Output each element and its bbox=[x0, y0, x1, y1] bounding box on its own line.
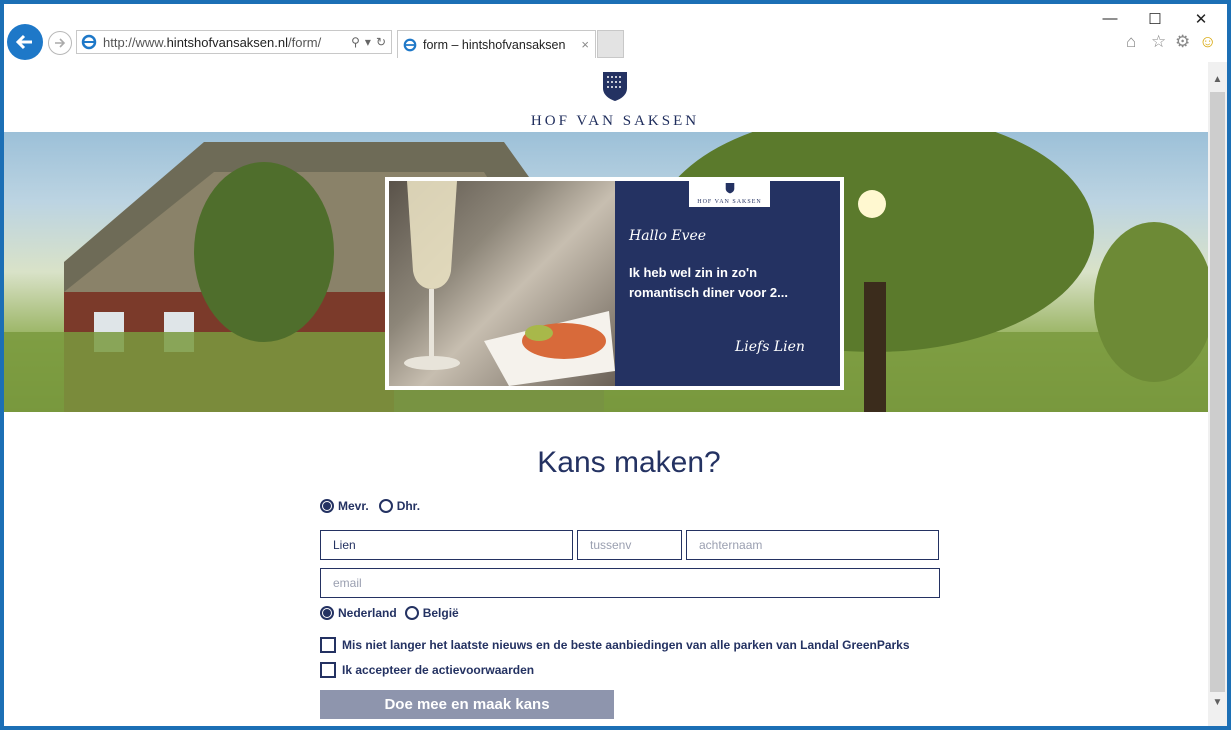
radio-nederland[interactable] bbox=[320, 606, 334, 620]
site-logo[interactable]: HOF VAN SAKSEN bbox=[529, 70, 701, 130]
card-logo: HOF VAN SAKSEN bbox=[689, 181, 770, 207]
message-panel: HOF VAN SAKSEN Hallo Evee Ik heb wel zin… bbox=[615, 181, 840, 386]
tab-form[interactable]: form – hintshofvansaksen × bbox=[397, 30, 596, 58]
terms-label: Ik accepteer de actievoorwaarden bbox=[342, 663, 535, 677]
browser-chrome: http://www.hintshofvansaksen.nl/form/ ⚲ … bbox=[4, 4, 1227, 62]
address-bar[interactable]: http://www.hintshofvansaksen.nl/form/ ⚲ … bbox=[76, 30, 392, 54]
card-signature: Liefs Lien bbox=[735, 339, 805, 355]
url-text: http://www.hintshofvansaksen.nl/form/ bbox=[103, 34, 322, 50]
radio-nederland-label: Nederland bbox=[338, 606, 397, 620]
terms-checkbox[interactable] bbox=[320, 662, 336, 678]
email-field[interactable] bbox=[320, 568, 940, 598]
radio-belgie[interactable] bbox=[404, 606, 419, 620]
terms-row: Ik accepteer de actievoorwaarden bbox=[320, 662, 534, 678]
dinner-photo bbox=[389, 181, 615, 386]
back-button[interactable] bbox=[7, 24, 43, 60]
maximize-icon[interactable]: ☐ bbox=[1145, 10, 1165, 28]
gear-icon[interactable]: ⚙ bbox=[1175, 32, 1190, 52]
newsletter-row: Mis niet langer het laatste nieuws en de… bbox=[320, 637, 910, 653]
card-greeting: Hallo Evee bbox=[629, 228, 707, 244]
home-icon[interactable]: ⌂ bbox=[1126, 32, 1136, 52]
web-page: HOF VAN SAKSEN HOF VAN SAKSEN Hallo Evee… bbox=[4, 62, 1208, 726]
smiley-icon[interactable]: ☺ bbox=[1199, 32, 1216, 52]
newsletter-checkbox[interactable] bbox=[320, 637, 336, 653]
crest-icon bbox=[725, 183, 734, 194]
submit-button[interactable]: Doe mee en maak kans bbox=[320, 690, 614, 719]
new-tab-button[interactable] bbox=[597, 30, 624, 58]
tussenvoegsel-field[interactable] bbox=[577, 530, 682, 560]
brand-name: HOF VAN SAKSEN bbox=[530, 113, 700, 129]
country-group: Nederland België bbox=[320, 606, 459, 620]
first-name-field[interactable] bbox=[320, 530, 573, 560]
radio-mevr-label: Mevr. bbox=[338, 499, 369, 513]
ie-icon bbox=[403, 38, 417, 51]
hero-banner: HOF VAN SAKSEN Hallo Evee Ik heb wel zin… bbox=[4, 132, 1208, 412]
browser-window: http://www.hintshofvansaksen.nl/form/ ⚲ … bbox=[4, 4, 1227, 726]
tab-title: form – hintshofvansaksen bbox=[423, 37, 566, 52]
forward-button[interactable] bbox=[48, 31, 72, 55]
radio-dhr-label: Dhr. bbox=[396, 499, 421, 513]
salutation-group: Mevr. Dhr. bbox=[320, 499, 420, 513]
arrow-right-icon bbox=[55, 38, 66, 48]
form-title: Kans maken? bbox=[537, 446, 721, 479]
radio-dhr[interactable] bbox=[378, 499, 393, 513]
refresh-icon[interactable]: ↻ bbox=[376, 35, 386, 49]
card-brand: HOF VAN SAKSEN bbox=[697, 199, 762, 205]
crest-icon bbox=[603, 72, 627, 101]
tab-close-icon[interactable]: × bbox=[581, 37, 589, 52]
radio-belgie-label: België bbox=[422, 606, 459, 620]
scroll-up-icon[interactable]: ▲ bbox=[1208, 74, 1227, 85]
champagne-glass-image bbox=[404, 181, 615, 386]
newsletter-label: Mis niet langer het laatste nieuws en de… bbox=[342, 638, 910, 652]
favorites-star-icon[interactable]: ☆ bbox=[1151, 32, 1166, 52]
close-icon[interactable]: ✕ bbox=[1191, 10, 1211, 28]
last-name-field[interactable] bbox=[686, 530, 939, 560]
search-icon[interactable]: ⚲ bbox=[351, 35, 360, 49]
vertical-scrollbar[interactable]: ▲ ▼ bbox=[1208, 62, 1227, 726]
minimize-icon[interactable]: — bbox=[1100, 10, 1120, 27]
radio-mevr[interactable] bbox=[320, 499, 334, 513]
arrow-left-icon bbox=[15, 34, 32, 50]
scroll-down-icon[interactable]: ▼ bbox=[1208, 697, 1227, 708]
dropdown-icon[interactable]: ▾ bbox=[365, 35, 371, 49]
ie-icon bbox=[81, 34, 97, 50]
scroll-thumb[interactable] bbox=[1210, 92, 1225, 692]
card-message: Ik heb wel zin in zo'n romantisch diner … bbox=[629, 265, 788, 300]
message-card: HOF VAN SAKSEN Hallo Evee Ik heb wel zin… bbox=[385, 177, 844, 390]
